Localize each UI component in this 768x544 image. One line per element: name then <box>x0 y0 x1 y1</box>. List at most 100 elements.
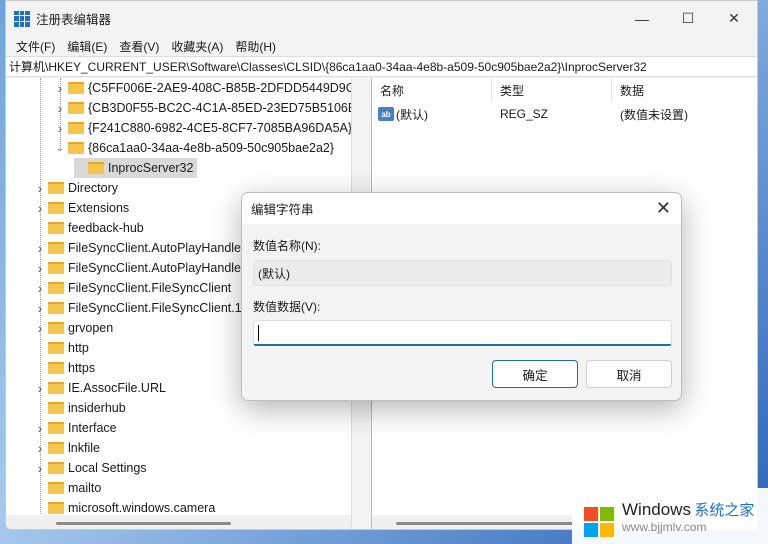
folder-icon <box>68 122 84 134</box>
watermark-cn: 系统之家 <box>694 501 755 519</box>
tree-item[interactable]: › Local Settings <box>34 458 147 478</box>
value-data-label: 数值数据(V): <box>253 300 321 314</box>
tree-item[interactable]: › Directory <box>34 178 118 198</box>
folder-icon <box>48 382 64 394</box>
folder-icon <box>48 202 64 214</box>
folder-icon <box>48 262 64 274</box>
chevron-right-icon[interactable]: › <box>54 120 66 136</box>
chevron-right-icon[interactable]: › <box>34 200 46 216</box>
tree-item-label: {F241C880-6982-4CE5-8CF7-7085BA96DA5A} <box>88 121 351 135</box>
tree-item[interactable]: › FileSyncClient.AutoPlayHandler <box>34 258 246 278</box>
tree-item-label: {86ca1aa0-34aa-4e8b-a509-50c905bae2a2} <box>88 141 335 155</box>
menu-view[interactable]: 查看(V) <box>113 38 165 55</box>
value-data-input[interactable] <box>253 320 672 346</box>
tree-item[interactable]: › {C5FF006E-2AE9-408C-B85B-2DFDD5449D9C} <box>54 78 351 98</box>
tree-item[interactable]: › FileSyncClient.AutoPlayHandler <box>34 238 246 258</box>
address-bar[interactable]: 计算机\HKEY_CURRENT_USER\Software\Classes\C… <box>6 56 757 77</box>
tree-item[interactable]: › FileSyncClient.FileSyncClient.1 <box>34 298 242 318</box>
tree-item[interactable]: ⌄ {86ca1aa0-34aa-4e8b-a509-50c905bae2a2} <box>54 138 334 158</box>
tree-item[interactable]: mailto <box>34 478 101 498</box>
text-caret <box>258 324 259 341</box>
tree-item[interactable]: https <box>34 358 95 378</box>
cancel-button[interactable]: 取消 <box>586 360 672 388</box>
chevron-right-icon[interactable]: › <box>34 440 46 456</box>
windows-logo-icon <box>584 507 614 537</box>
maximize-button[interactable]: ☐ <box>665 1 711 36</box>
tree-item-label: {C5FF006E-2AE9-408C-B85B-2DFDD5449D9C} <box>88 81 351 95</box>
tree-item[interactable]: › {F241C880-6982-4CE5-8CF7-7085BA96DA5A} <box>54 118 351 138</box>
tree-item-label: InprocServer32 <box>108 161 194 175</box>
tree-item[interactable]: feedback-hub <box>34 218 144 238</box>
edit-string-dialog: 编辑字符串 ✕ 数值名称(N): (默认) 数值数据(V): 确定 取消 <box>241 192 682 401</box>
tree-item-label: Local Settings <box>68 461 147 475</box>
folder-icon <box>48 222 64 234</box>
tree-item-label: FileSyncClient.AutoPlayHandler <box>68 261 246 275</box>
tree-item[interactable]: http <box>34 338 89 358</box>
tree-item-label: feedback-hub <box>68 221 144 235</box>
tree-item-label: lnkfile <box>68 441 100 455</box>
chevron-right-icon[interactable]: › <box>34 380 46 396</box>
value-row-name[interactable]: ab (默认) <box>378 104 428 124</box>
chevron-right-icon[interactable]: › <box>34 180 46 196</box>
tree-item[interactable]: microsoft.windows.camera <box>34 498 215 515</box>
chevron-right-icon[interactable]: › <box>34 260 46 276</box>
chevron-right-icon[interactable]: › <box>34 460 46 476</box>
folder-icon <box>48 442 64 454</box>
dialog-title: 编辑字符串 <box>242 193 681 224</box>
tree-item-label: http <box>68 341 89 355</box>
window-title: 注册表编辑器 <box>36 13 112 27</box>
menu-file[interactable]: 文件(F) <box>10 38 61 55</box>
tree-item[interactable]: › FileSyncClient.FileSyncClient <box>34 278 232 298</box>
value-type: REG_SZ <box>500 107 549 121</box>
tree-item-label: IE.AssocFile.URL <box>68 381 166 395</box>
tree-item-label: microsoft.windows.camera <box>68 501 216 515</box>
chevron-right-icon[interactable]: › <box>34 240 46 256</box>
values-horizontal-scrollbar[interactable] <box>396 522 576 525</box>
watermark-logo: Windows 系统之家 www.bjjmlv.com <box>572 488 768 544</box>
chevron-right-icon[interactable]: › <box>34 300 46 316</box>
column-header-data[interactable]: 数据 <box>612 78 752 102</box>
value-data: (数值未设置) <box>620 107 688 122</box>
folder-icon <box>48 322 64 334</box>
column-header-type[interactable]: 类型 <box>492 78 612 102</box>
value-name-field: (默认) <box>253 260 672 286</box>
watermark-brand: Windows <box>622 499 691 519</box>
tree-item[interactable]: insiderhub <box>34 398 126 418</box>
chevron-right-icon[interactable]: › <box>34 280 46 296</box>
chevron-down-icon[interactable]: ⌄ <box>54 143 66 154</box>
tree-horizontal-scrollbar[interactable] <box>56 522 231 525</box>
column-header-name[interactable]: 名称 <box>372 78 492 102</box>
chevron-right-icon[interactable]: › <box>54 100 66 116</box>
folder-icon <box>48 462 64 474</box>
folder-icon <box>48 282 64 294</box>
tree-item[interactable]: › grvopen <box>34 318 114 338</box>
tree-item[interactable]: › {CB3D0F55-BC2C-4C1A-85ED-23ED75B5106B} <box>54 98 351 118</box>
folder-icon <box>48 482 64 494</box>
tree-item-label: Directory <box>68 181 119 195</box>
menu-edit[interactable]: 编辑(E) <box>61 38 113 55</box>
folder-icon <box>48 502 64 514</box>
tree-item-label: FileSyncClient.FileSyncClient.1 <box>68 301 242 315</box>
tree-item[interactable]: › lnkfile <box>34 438 100 458</box>
menu-favorites[interactable]: 收藏夹(A) <box>165 38 229 55</box>
tree-item[interactable]: › Extensions <box>34 198 130 218</box>
tree-item[interactable]: › Interface <box>34 418 117 438</box>
chevron-right-icon[interactable]: › <box>34 420 46 436</box>
tree-item[interactable]: InprocServer32 <box>74 158 198 178</box>
tree-item[interactable]: › IE.AssocFile.URL <box>34 378 166 398</box>
tree-item-label: {CB3D0F55-BC2C-4C1A-85ED-23ED75B5106B} <box>88 101 351 115</box>
ok-button[interactable]: 确定 <box>492 360 578 388</box>
chevron-right-icon[interactable]: › <box>34 320 46 336</box>
tree-item-label: mailto <box>68 481 102 495</box>
tree-item-label: Extensions <box>68 201 130 215</box>
chevron-right-icon[interactable]: › <box>54 80 66 96</box>
dialog-close-icon[interactable]: ✕ <box>656 198 671 219</box>
string-value-icon: ab <box>378 107 394 121</box>
menu-help[interactable]: 帮助(H) <box>229 38 282 55</box>
close-button[interactable]: ✕ <box>711 1 757 36</box>
folder-icon <box>48 422 64 434</box>
title-bar: 注册表编辑器 — ☐ ✕ <box>6 1 757 36</box>
minimize-button[interactable]: — <box>619 1 665 36</box>
folder-icon <box>48 242 64 254</box>
folder-icon <box>48 402 64 414</box>
